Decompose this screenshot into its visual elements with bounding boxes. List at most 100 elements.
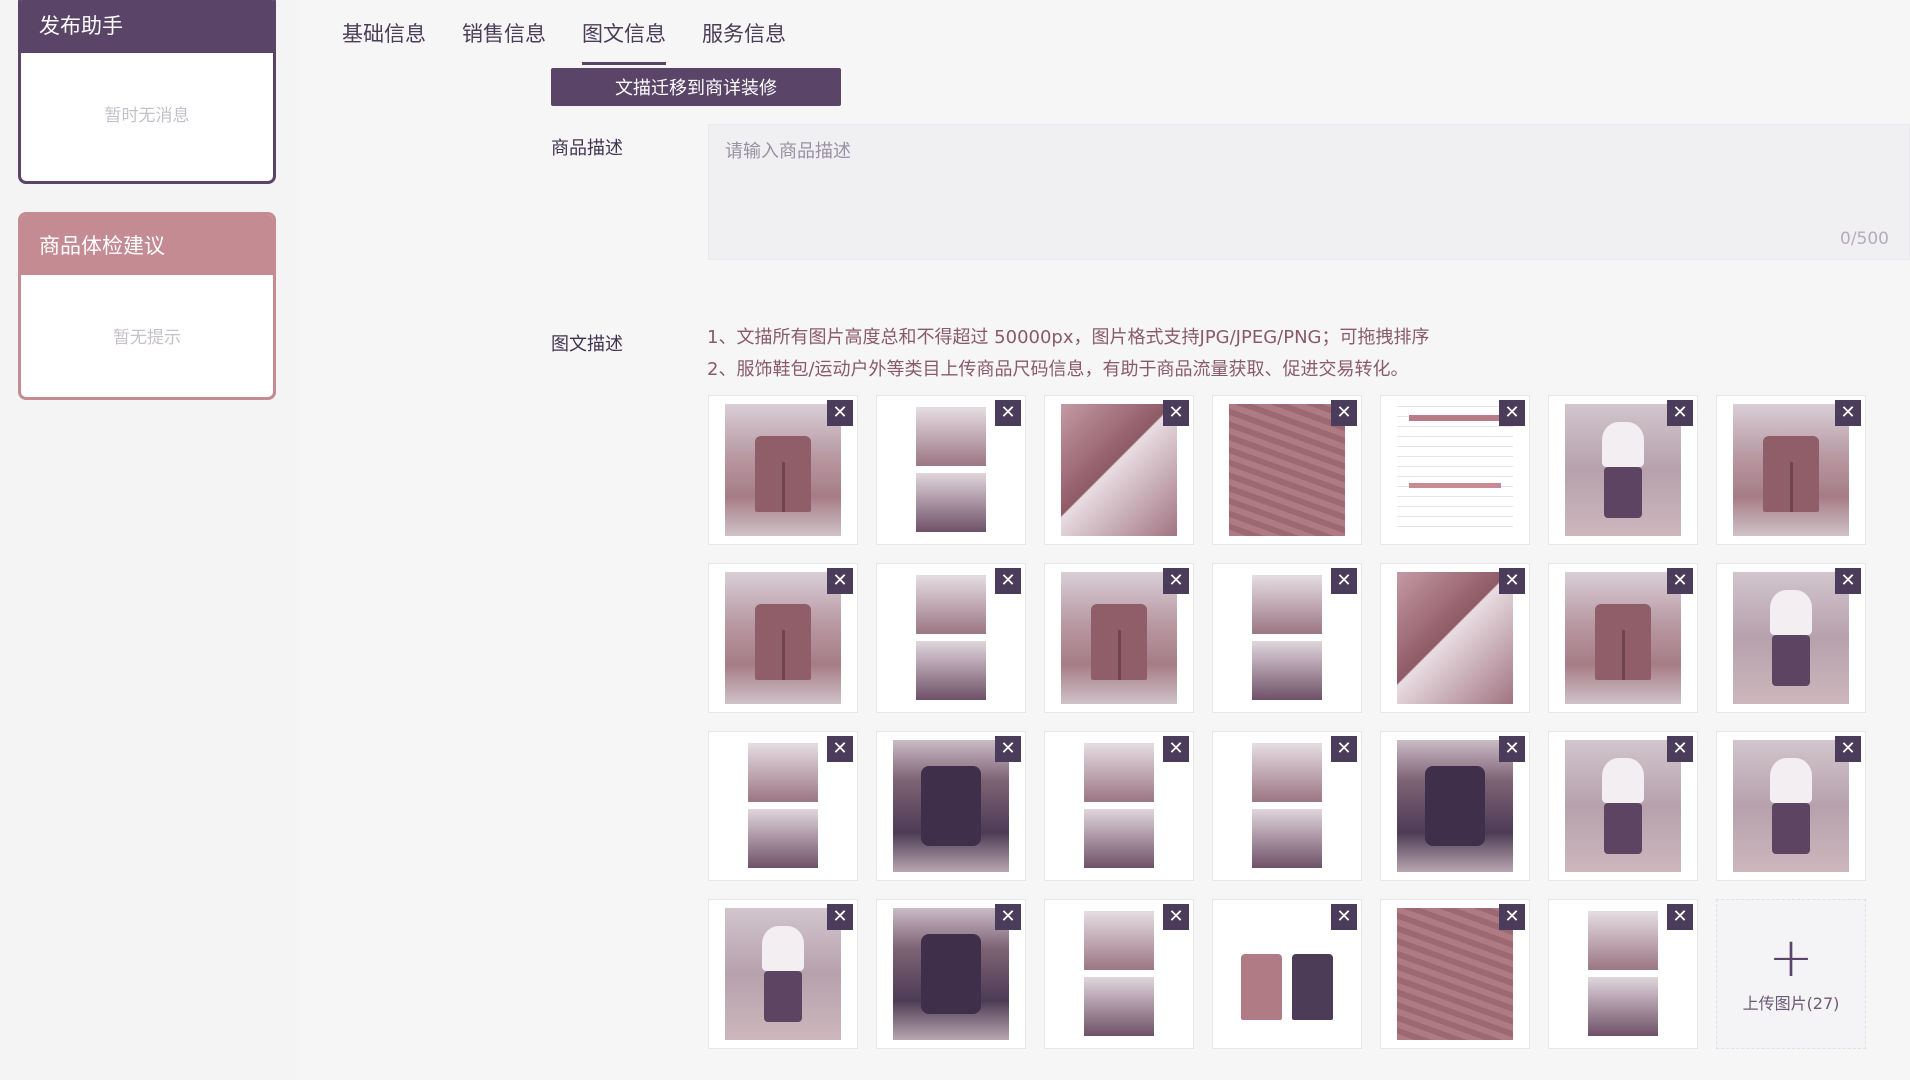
gallery-image-tile[interactable]: ✕	[708, 899, 858, 1049]
product-image	[1397, 572, 1513, 704]
remove-image-close-icon[interactable]: ✕	[827, 568, 853, 594]
description-label: 商品描述	[551, 138, 623, 159]
product-image	[1229, 572, 1345, 704]
remove-image-close-icon[interactable]: ✕	[1163, 568, 1189, 594]
gallery-image-tile[interactable]: ✕	[876, 395, 1026, 545]
product-image	[725, 404, 841, 536]
tab-rich-media-info[interactable]: 图文信息	[582, 18, 666, 65]
gallery-image-tile[interactable]: ✕	[1716, 395, 1866, 545]
gallery-image-tile[interactable]: ✕	[876, 731, 1026, 881]
tab-service-info[interactable]: 服务信息	[702, 18, 786, 65]
gallery-image-tile[interactable]: ✕	[1380, 731, 1530, 881]
product-image	[725, 740, 841, 872]
product-image	[1061, 572, 1177, 704]
gallery-image-tile[interactable]: ✕	[1548, 395, 1698, 545]
image-gallery: ✕ ✕ ✕ ✕ ✕ ✕ ✕ ✕ ✕ ✕ ✕ ✕ ✕ ✕ ✕ ✕ ✕ ✕ ✕ ✕ ✕ ✕ ✕ ✕ ✕ ✕ ✕ + 上传图片(27)	[708, 395, 1866, 1049]
tab-basic-info[interactable]: 基础信息	[342, 18, 426, 65]
remove-image-close-icon[interactable]: ✕	[1331, 904, 1357, 930]
gallery-image-tile[interactable]: ✕	[1212, 395, 1362, 545]
product-image	[1565, 908, 1681, 1040]
product-image	[1397, 404, 1513, 536]
gallery-image-tile[interactable]: ✕	[1380, 899, 1530, 1049]
product-image	[1229, 908, 1345, 1040]
product-image	[1229, 740, 1345, 872]
description-textarea[interactable]: 请输入商品描述 0/500	[708, 124, 1910, 260]
remove-image-close-icon[interactable]: ✕	[995, 904, 1021, 930]
gallery-image-tile[interactable]: ✕	[1212, 731, 1362, 881]
remove-image-close-icon[interactable]: ✕	[1331, 568, 1357, 594]
remove-image-close-icon[interactable]: ✕	[1835, 568, 1861, 594]
remove-image-close-icon[interactable]: ✕	[827, 400, 853, 426]
product-image	[1565, 740, 1681, 872]
product-check-title: 商品体检建议	[21, 215, 273, 275]
product-image	[725, 908, 841, 1040]
gallery-image-tile[interactable]: ✕	[876, 563, 1026, 713]
remove-image-close-icon[interactable]: ✕	[1835, 736, 1861, 762]
remove-image-close-icon[interactable]: ✕	[1163, 904, 1189, 930]
remove-image-close-icon[interactable]: ✕	[1331, 736, 1357, 762]
remove-image-close-icon[interactable]: ✕	[1667, 400, 1693, 426]
gallery-image-tile[interactable]: ✕	[1716, 563, 1866, 713]
product-image	[1061, 740, 1177, 872]
product-image	[725, 572, 841, 704]
remove-image-close-icon[interactable]: ✕	[1499, 904, 1525, 930]
gallery-image-tile[interactable]: ✕	[1548, 563, 1698, 713]
publish-assistant-empty: 暂时无消息	[104, 105, 190, 126]
gallery-image-tile[interactable]: ✕	[708, 563, 858, 713]
product-image	[1733, 572, 1849, 704]
product-image	[1565, 572, 1681, 704]
tab-sales-info[interactable]: 销售信息	[462, 18, 546, 65]
gallery-image-tile[interactable]: ✕	[1044, 395, 1194, 545]
plus-icon: +	[1768, 926, 1814, 989]
gallery-image-tile[interactable]: ✕	[1044, 731, 1194, 881]
tip-line: 2、服饰鞋包/运动户外等类目上传商品尺码信息，有助于商品流量获取、促进交易转化。	[707, 359, 1409, 380]
product-image	[893, 572, 1009, 704]
gallery-image-tile[interactable]: ✕	[1212, 899, 1362, 1049]
rich-description-tips: 1、文描所有图片高度总和不得超过 50000px，图片格式支持JPG/JPEG/…	[707, 322, 1430, 386]
gallery-image-tile[interactable]: ✕	[1380, 563, 1530, 713]
remove-image-close-icon[interactable]: ✕	[1499, 400, 1525, 426]
product-image	[1397, 740, 1513, 872]
gallery-image-tile[interactable]: ✕	[1380, 395, 1530, 545]
gallery-image-tile[interactable]: ✕	[1716, 731, 1866, 881]
product-check-empty: 暂无提示	[113, 327, 181, 348]
remove-image-close-icon[interactable]: ✕	[827, 736, 853, 762]
tab-bar: 基础信息 销售信息 图文信息 服务信息	[342, 18, 786, 65]
gallery-image-tile[interactable]: ✕	[1044, 899, 1194, 1049]
gallery-image-tile[interactable]: ✕	[1548, 899, 1698, 1049]
remove-image-close-icon[interactable]: ✕	[995, 736, 1021, 762]
remove-image-close-icon[interactable]: ✕	[1499, 736, 1525, 762]
description-placeholder: 请输入商品描述	[725, 141, 851, 162]
tip-line: 1、文描所有图片高度总和不得超过 50000px，图片格式支持JPG/JPEG/…	[707, 327, 1430, 348]
remove-image-close-icon[interactable]: ✕	[1499, 568, 1525, 594]
remove-image-close-icon[interactable]: ✕	[827, 904, 853, 930]
remove-image-close-icon[interactable]: ✕	[1163, 400, 1189, 426]
product-image	[1565, 404, 1681, 536]
product-image	[1397, 908, 1513, 1040]
rich-description-label: 图文描述	[551, 334, 623, 355]
description-char-counter: 0/500	[1840, 229, 1889, 249]
remove-image-close-icon[interactable]: ✕	[995, 400, 1021, 426]
gallery-image-tile[interactable]: ✕	[708, 731, 858, 881]
gallery-image-tile[interactable]: ✕	[1044, 563, 1194, 713]
remove-image-close-icon[interactable]: ✕	[1667, 904, 1693, 930]
migrate-to-detail-button[interactable]: 文描迁移到商详装修	[551, 68, 841, 106]
remove-image-close-icon[interactable]: ✕	[1835, 400, 1861, 426]
remove-image-close-icon[interactable]: ✕	[1667, 568, 1693, 594]
product-image	[1733, 404, 1849, 536]
remove-image-close-icon[interactable]: ✕	[1331, 400, 1357, 426]
remove-image-close-icon[interactable]: ✕	[1163, 736, 1189, 762]
product-image	[893, 740, 1009, 872]
publish-assistant-title: 发布助手	[21, 0, 273, 53]
gallery-image-tile[interactable]: ✕	[708, 395, 858, 545]
remove-image-close-icon[interactable]: ✕	[995, 568, 1021, 594]
gallery-image-tile[interactable]: ✕	[1548, 731, 1698, 881]
upload-image-button[interactable]: + 上传图片(27)	[1716, 899, 1866, 1049]
gallery-image-tile[interactable]: ✕	[876, 899, 1026, 1049]
remove-image-close-icon[interactable]: ✕	[1667, 736, 1693, 762]
product-image	[893, 908, 1009, 1040]
product-image	[1061, 908, 1177, 1040]
publish-assistant-card: 发布助手 暂时无消息	[18, 0, 276, 184]
product-image	[1061, 404, 1177, 536]
gallery-image-tile[interactable]: ✕	[1212, 563, 1362, 713]
